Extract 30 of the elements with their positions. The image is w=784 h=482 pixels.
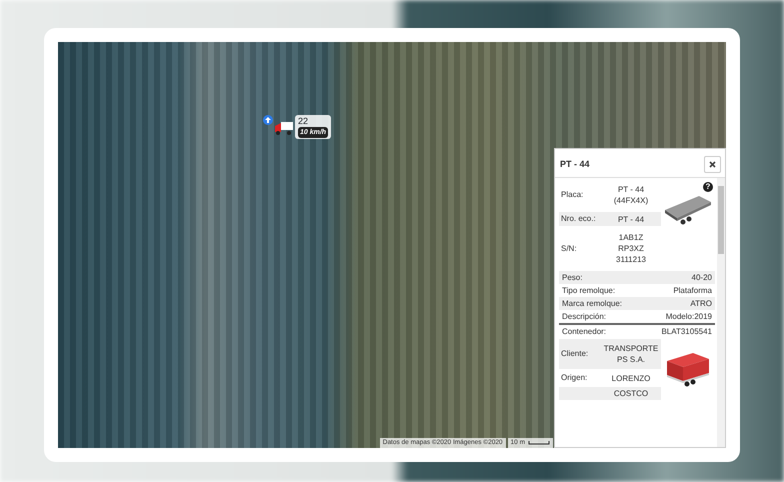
field-value: PT - 44 (44FX4X) xyxy=(612,184,650,206)
detail-label: Peso: xyxy=(562,272,582,283)
direction-arrow-icon xyxy=(263,115,273,125)
truck-icon xyxy=(275,121,293,135)
field-label: Cliente: xyxy=(561,348,590,360)
field-value: LORENZO xyxy=(610,372,652,384)
field-value: 1AB1Z RP3XZ 3111213 xyxy=(615,232,647,265)
panel-title: PT - 44 xyxy=(560,158,590,171)
field-value: PT - 44 xyxy=(616,214,646,224)
detail-value: ATRO xyxy=(690,298,712,309)
detail-label: Marca remolque: xyxy=(562,298,622,309)
close-icon xyxy=(709,161,716,168)
scrollbar[interactable] xyxy=(717,178,725,447)
unit-number: 22 xyxy=(298,116,308,126)
help-icon: ? xyxy=(703,182,713,192)
scale-bar-icon xyxy=(528,441,550,446)
detail-label: Contenedor: xyxy=(562,327,606,337)
detail-label: Tipo remolque: xyxy=(562,285,616,296)
field-value: COSTCO xyxy=(612,388,650,399)
field-label: Nro. eco.: xyxy=(561,213,597,225)
detail-value: BLAT3105541 xyxy=(661,327,712,337)
detail-label: Descripción: xyxy=(562,311,606,322)
detail-value: Modelo:2019 xyxy=(666,311,712,322)
field-label: S/N: xyxy=(561,242,578,254)
field-label: Placa: xyxy=(561,189,584,201)
close-button[interactable] xyxy=(704,156,721,173)
field-label: Origen: xyxy=(561,372,588,384)
detail-value: Plataforma xyxy=(673,285,712,296)
detail-value: 40-20 xyxy=(692,272,712,283)
field-value: TRANSPORTE PS S.A. xyxy=(603,343,659,365)
